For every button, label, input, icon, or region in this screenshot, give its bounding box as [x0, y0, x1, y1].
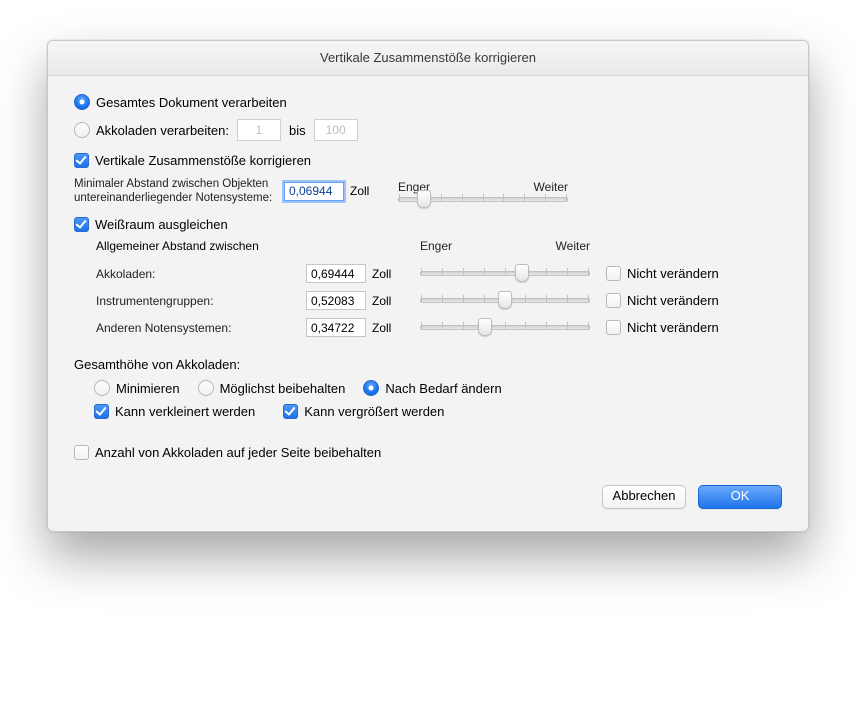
- whitespace-slider[interactable]: [420, 325, 590, 330]
- cancel-button[interactable]: Abbrechen: [602, 485, 686, 509]
- whitespace-unit: Zoll: [372, 294, 400, 308]
- checkbox-dont-change-label: Nicht verändern: [627, 266, 719, 281]
- min-distance-slider[interactable]: [398, 197, 568, 202]
- checkbox-can-shrink[interactable]: Kann verkleinert werden: [94, 404, 255, 419]
- whitespace-row-label: Instrumentengruppen:: [96, 294, 306, 308]
- whitespace-value-field[interactable]: [306, 318, 366, 337]
- checkbox-can-grow-label: Kann vergrößert werden: [304, 404, 444, 419]
- whitespace-slider-block: [420, 325, 590, 330]
- radio-process-systems-label: Akkoladen verarbeiten:: [96, 123, 229, 138]
- checkbox-whitespace[interactable]: Weißraum ausgleichen: [74, 217, 228, 232]
- whitespace-slider-block: [420, 298, 590, 303]
- checkbox-can-grow[interactable]: Kann vergrößert werden: [283, 404, 444, 419]
- radio-process-systems[interactable]: Akkoladen verarbeiten:: [74, 122, 229, 138]
- dialog-window: Vertikale Zusammenstöße korrigieren Gesa…: [47, 40, 809, 532]
- whitespace-subtitle: Allgemeiner Abstand zwischen: [96, 239, 306, 253]
- whitespace-slider[interactable]: [420, 271, 590, 276]
- whitespace-row: Akkoladen: Zoll Nicht verändern: [96, 264, 782, 283]
- dialog-content: Gesamtes Dokument verarbeiten Akkoladen …: [48, 76, 808, 531]
- whitespace-row: Anderen Notensystemen: Zoll Nicht veränder…: [96, 318, 782, 337]
- whitespace-unit: Zoll: [372, 321, 400, 335]
- whitespace-value-field[interactable]: [306, 264, 366, 283]
- ok-button[interactable]: OK: [698, 485, 782, 509]
- slider-label-tighter-2: Enger: [420, 239, 452, 253]
- radio-process-full-document-label: Gesamtes Dokument verarbeiten: [96, 95, 287, 110]
- min-distance-field[interactable]: [284, 182, 344, 201]
- min-distance-label: Minimaler Abstand zwischen Objekten unte…: [74, 177, 284, 205]
- whitespace-row-label: Akkoladen:: [96, 267, 306, 281]
- slider-label-wider: Weiter: [534, 180, 568, 194]
- checkbox-keep-system-count-label: Anzahl von Akkoladen auf jeder Seite bei…: [95, 445, 381, 460]
- checkbox-whitespace-label: Weißraum ausgleichen: [95, 217, 228, 232]
- checkbox-dont-change-label: Nicht verändern: [627, 320, 719, 335]
- radio-height-minimize[interactable]: Minimieren: [94, 380, 180, 396]
- systems-from-field[interactable]: [237, 119, 281, 141]
- checkbox-can-shrink-label: Kann verkleinert werden: [115, 404, 255, 419]
- checkbox-keep-system-count[interactable]: Anzahl von Akkoladen auf jeder Seite bei…: [74, 445, 381, 460]
- whitespace-value-field[interactable]: [306, 291, 366, 310]
- dialog-title: Vertikale Zusammenstöße korrigieren: [48, 41, 808, 76]
- slider-label-wider-2: Weiter: [556, 239, 590, 253]
- whitespace-unit: Zoll: [372, 267, 400, 281]
- checkbox-fix-collisions[interactable]: Vertikale Zusammenstöße korrigieren: [74, 153, 311, 168]
- checkbox-dont-change-label: Nicht verändern: [627, 293, 719, 308]
- radio-height-minimize-label: Minimieren: [116, 381, 180, 396]
- radio-process-full-document[interactable]: Gesamtes Dokument verarbeiten: [74, 94, 287, 110]
- radio-height-change-label: Nach Bedarf ändern: [385, 381, 501, 396]
- total-height-group-label: Gesamthöhe von Akkoladen:: [74, 357, 782, 372]
- checkbox-dont-change[interactable]: Nicht verändern: [606, 320, 719, 335]
- whitespace-row: Instrumentengruppen: Zoll Nicht verändern: [96, 291, 782, 310]
- radio-height-keep-label: Möglichst beibehalten: [220, 381, 346, 396]
- whitespace-row-label: Anderen Notensystemen:: [96, 321, 306, 335]
- systems-to-field[interactable]: [314, 119, 358, 141]
- checkbox-dont-change[interactable]: Nicht verändern: [606, 293, 719, 308]
- checkbox-dont-change[interactable]: Nicht verändern: [606, 266, 719, 281]
- checkbox-fix-collisions-label: Vertikale Zusammenstöße korrigieren: [95, 153, 311, 168]
- min-distance-slider-block: Enger Weiter: [398, 180, 568, 202]
- whitespace-slider[interactable]: [420, 298, 590, 303]
- radio-height-keep[interactable]: Möglichst beibehalten: [198, 380, 346, 396]
- min-distance-unit: Zoll: [350, 184, 378, 198]
- radio-height-change[interactable]: Nach Bedarf ändern: [363, 380, 501, 396]
- whitespace-slider-block: [420, 271, 590, 276]
- systems-to-label: bis: [289, 123, 306, 138]
